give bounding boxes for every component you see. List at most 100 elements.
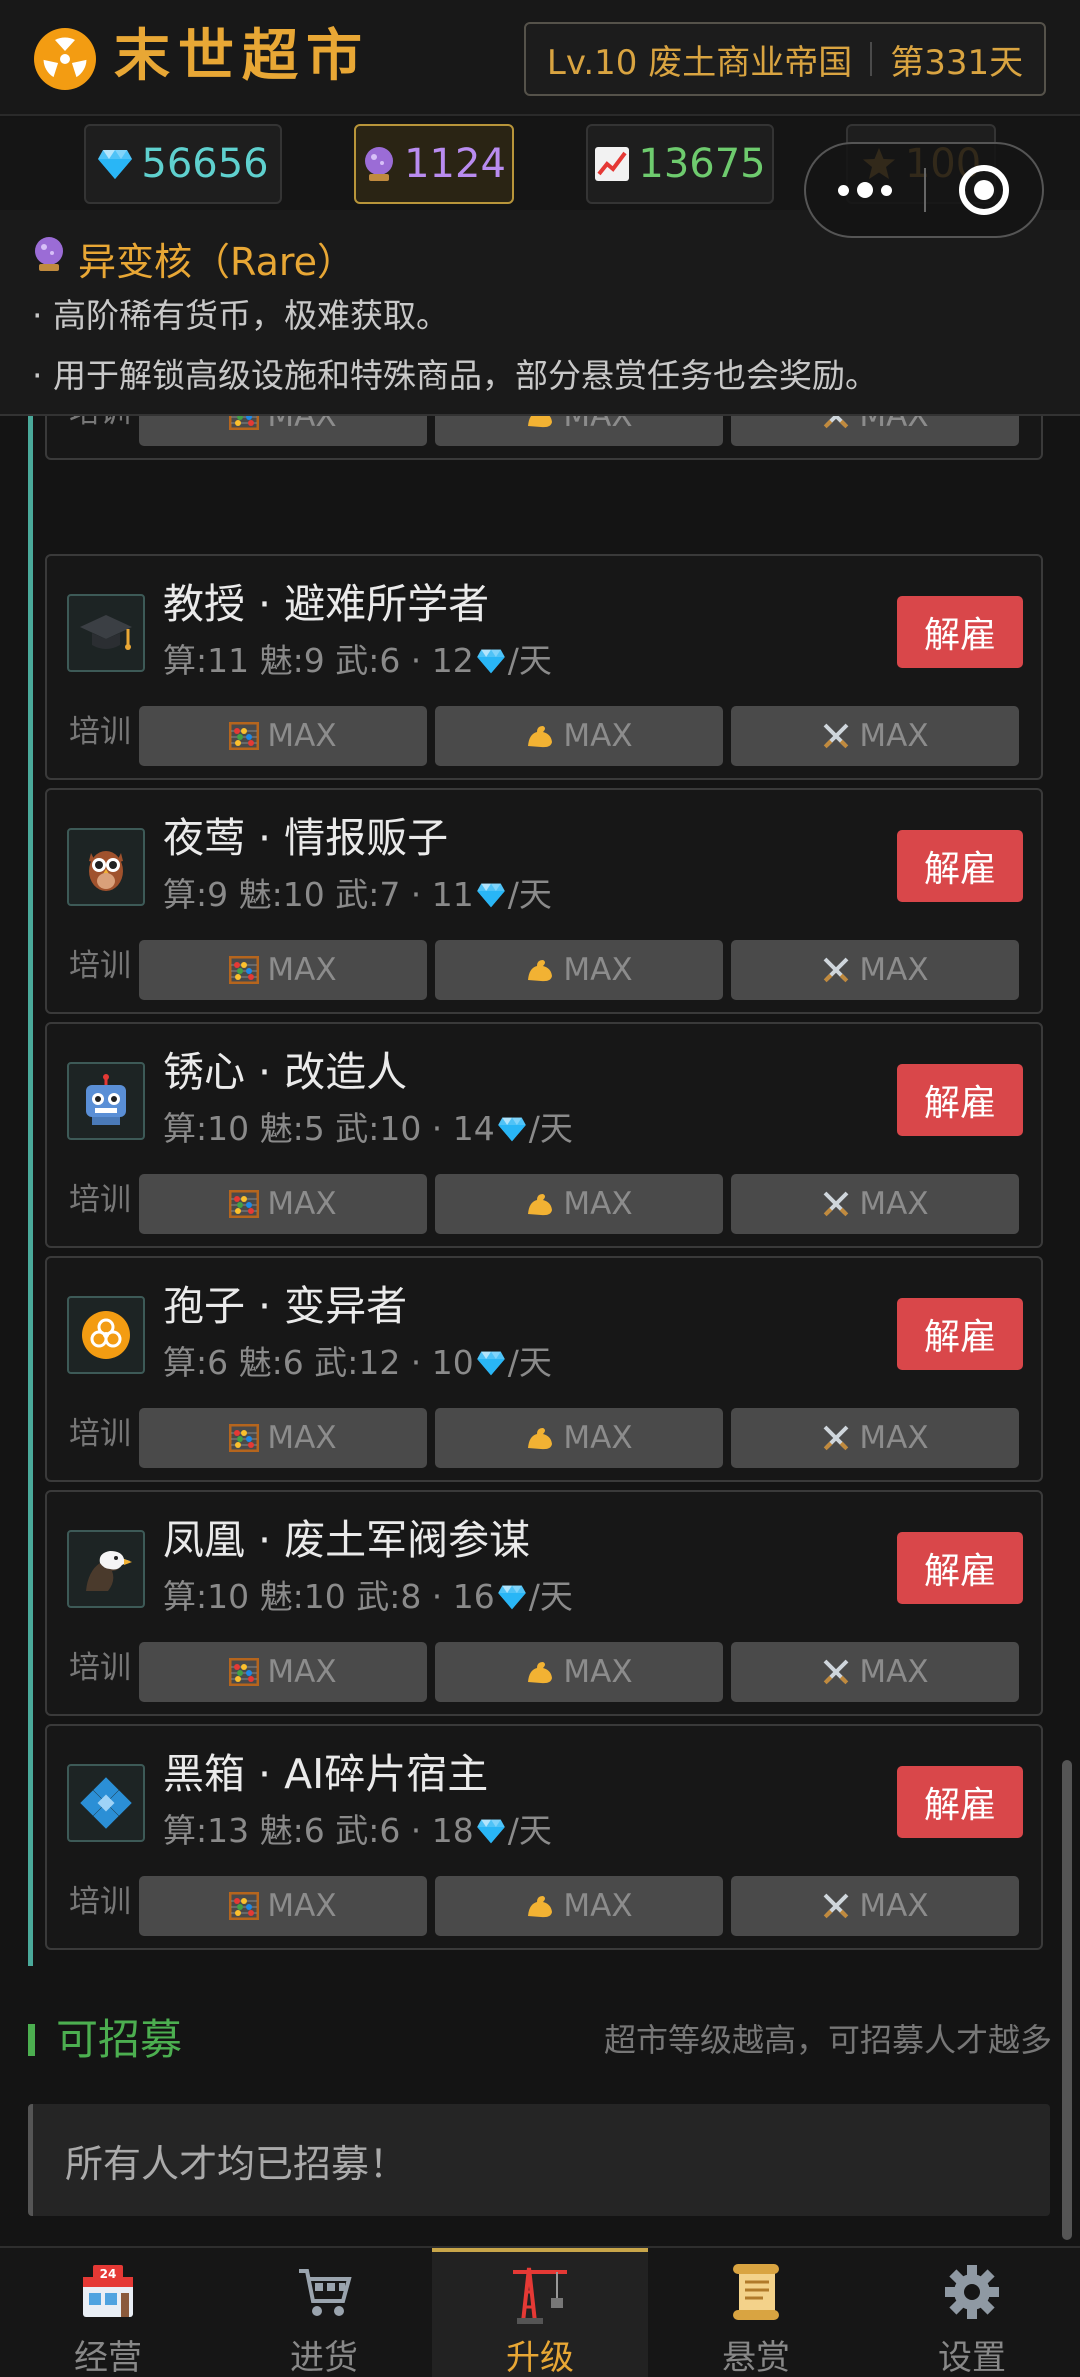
max-label: MAX	[859, 1888, 929, 1924]
currency-value: 56656	[141, 141, 269, 187]
crossed-swords-icon	[821, 1658, 851, 1686]
max-label: MAX	[859, 1186, 929, 1222]
currency-value: 1124	[404, 141, 506, 187]
abacus-icon	[229, 1892, 260, 1920]
per-day-text: /天	[507, 1343, 552, 1382]
train-button[interactable]: MAX	[139, 706, 427, 766]
train-button[interactable]: MAX	[731, 940, 1019, 1000]
train-button[interactable]: MAX	[731, 1876, 1019, 1936]
crossed-swords-icon	[821, 1424, 851, 1452]
tab-label: 升级	[506, 2338, 574, 2377]
gem-icon	[476, 1350, 506, 1376]
owl-icon	[67, 828, 145, 906]
train-button[interactable]: MAX	[139, 940, 427, 1000]
max-label: MAX	[267, 1186, 337, 1222]
train-button[interactable]: MAX	[139, 1408, 427, 1468]
train-button[interactable]: MAX	[139, 1876, 427, 1936]
train-button[interactable]: MAX	[731, 1642, 1019, 1702]
staff-list[interactable]: 算:8 魅:7 武:11 · 11/天解雇培训MAXMAXMAX教授 · 避难所…	[28, 400, 1050, 1966]
tab-restock[interactable]: 进货	[216, 2248, 432, 2377]
fire-button[interactable]: 解雇	[897, 1298, 1023, 1370]
staff-card: 孢子 · 变异者算:6 魅:6 武:12 · 10/天 解雇培训 MAX MAX MAX	[45, 1256, 1043, 1482]
currency-trend[interactable]: 13675	[586, 124, 774, 204]
staff-card: 夜莺 · 情报贩子 算:9 魅:10 武:7 · 11/天 解雇 培训 MAX MAX MA…	[45, 788, 1043, 1014]
max-label: MAX	[563, 952, 633, 988]
max-label: MAX	[859, 1420, 929, 1456]
staff-stats: 算:10 魅:10 武:8 · 16/天	[163, 1574, 573, 1620]
train-button[interactable]: MAX	[731, 1408, 1019, 1468]
bottom-tab-bar: 24 经营 进货 升级 悬赏 设置	[0, 2246, 1080, 2377]
max-label: MAX	[859, 718, 929, 754]
stats-text: 算:10 魅:5 武:10 · 14	[163, 1109, 495, 1148]
gem-icon	[476, 1818, 506, 1844]
mini-program-capsule	[804, 142, 1044, 238]
train-button[interactable]: MAX	[139, 1642, 427, 1702]
flex-arm-icon	[525, 1190, 555, 1218]
day-counter: 第331天	[890, 42, 1024, 83]
staff-name: 夜莺 · 情报贩子	[163, 814, 449, 862]
train-button[interactable]: MAX	[435, 940, 723, 1000]
store-24-icon: 24	[79, 2258, 137, 2326]
biohazard-icon	[67, 1296, 145, 1374]
train-button[interactable]: MAX	[731, 1174, 1019, 1234]
staff-card: 黑箱 · AI碎片宿主 算:13 魅:6 武:6 · 18/天 解雇 培训 MAX MAX…	[45, 1724, 1043, 1950]
train-button[interactable]: MAX	[139, 1174, 427, 1234]
train-label: 培训	[69, 1416, 131, 1452]
train-label: 培训	[69, 1884, 131, 1920]
per-day-text: /天	[507, 641, 552, 680]
tab-upgrade[interactable]: 升级	[432, 2248, 648, 2377]
scrollbar[interactable]	[1062, 1760, 1072, 2240]
flex-arm-icon	[525, 1658, 555, 1686]
currency-diamond[interactable]: 56656	[84, 124, 282, 204]
fire-button[interactable]: 解雇	[897, 1532, 1023, 1604]
stats-text: 算:10 魅:10 武:8 · 16	[163, 1577, 495, 1616]
cart-icon	[295, 2258, 353, 2326]
per-day-text: /天	[507, 875, 552, 914]
staff-stats: 算:6 魅:6 武:12 · 10/天	[163, 1340, 552, 1386]
max-label: MAX	[859, 952, 929, 988]
train-button[interactable]: MAX	[435, 1876, 723, 1936]
abacus-icon	[229, 1658, 260, 1686]
max-label: MAX	[267, 1654, 337, 1690]
app-root: { "header": { "title": "末世超市", "level": …	[0, 0, 1080, 2377]
max-label: MAX	[267, 1420, 337, 1456]
recruit-note: 超市等级越高，可招募人才越多	[603, 2021, 1052, 2059]
more-menu-button[interactable]	[806, 182, 924, 198]
radiation-icon	[34, 28, 96, 90]
tab-label: 悬赏	[722, 2338, 790, 2377]
fire-button[interactable]: 解雇	[897, 1766, 1023, 1838]
currency-tooltip: 异变核（Rare） · 高阶稀有货币，极难获取。 · 用于解锁高级设施和特殊商品…	[0, 210, 1080, 416]
tooltip-title-text: 异变核（Rare）	[78, 239, 356, 284]
max-label: MAX	[859, 1654, 929, 1690]
fire-button[interactable]: 解雇	[897, 596, 1023, 668]
svg-text:24: 24	[100, 2267, 117, 2281]
tab-settings[interactable]: 设置	[864, 2248, 1080, 2377]
flex-arm-icon	[525, 1424, 555, 1452]
staff-name: 孢子 · 变异者	[163, 1282, 408, 1330]
gem-icon	[497, 1116, 527, 1142]
tab-bounty[interactable]: 悬赏	[648, 2248, 864, 2377]
stats-text: 算:9 魅:10 武:7 · 11	[163, 875, 474, 914]
train-button[interactable]: MAX	[435, 1408, 723, 1468]
gear-icon	[943, 2258, 1001, 2326]
app-title: 末世超市	[114, 24, 370, 89]
train-button[interactable]: MAX	[435, 1174, 723, 1234]
close-miniprogram-button[interactable]	[926, 165, 1042, 215]
staff-name: 黑箱 · AI碎片宿主	[163, 1750, 489, 1798]
fire-button[interactable]: 解雇	[897, 1064, 1023, 1136]
abacus-icon	[229, 722, 260, 750]
tooltip-title: 异变核（Rare）	[32, 230, 1048, 286]
abacus-icon	[229, 1424, 260, 1452]
tab-operate[interactable]: 24 经营	[0, 2248, 216, 2377]
train-button[interactable]: MAX	[435, 1642, 723, 1702]
currency-mutation-core[interactable]: 1124	[354, 124, 514, 204]
max-label: MAX	[563, 1186, 633, 1222]
level-badge: Lv.10 废土商业帝国 第331天	[524, 22, 1046, 96]
train-button[interactable]: MAX	[731, 706, 1019, 766]
fire-button[interactable]: 解雇	[897, 830, 1023, 902]
tab-label: 进货	[290, 2338, 358, 2377]
train-label: 培训	[69, 714, 131, 750]
eagle-icon	[67, 1530, 145, 1608]
staff-card: 教授 · 避难所学者 算:11 魅:9 武:6 · 12/天 解雇 培训 MAX MAX M…	[45, 554, 1043, 780]
train-button[interactable]: MAX	[435, 706, 723, 766]
